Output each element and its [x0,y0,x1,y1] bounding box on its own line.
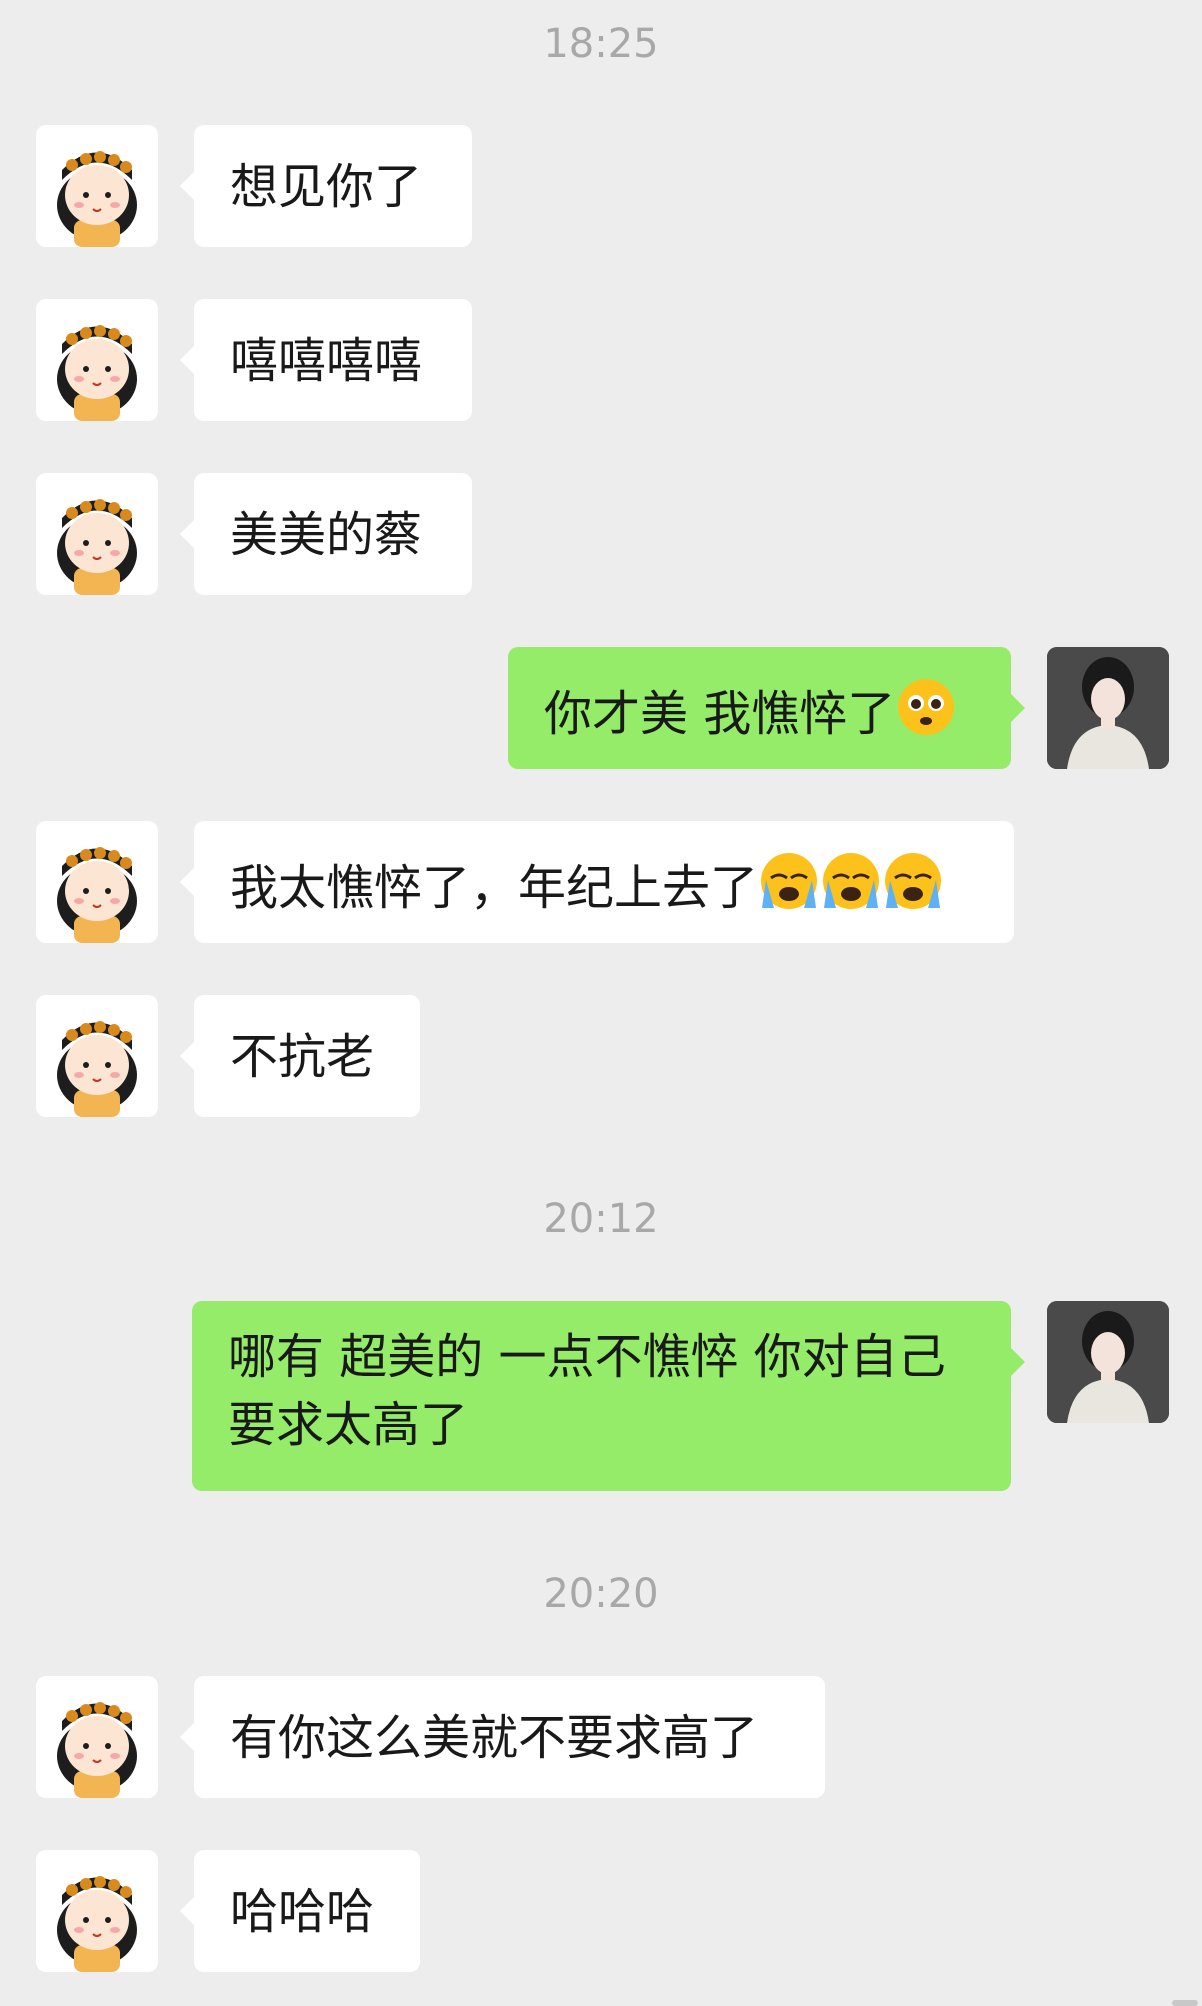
cartoon-girl-avatar-icon [57,499,137,595]
message-text: 哈哈哈 [230,1884,375,1940]
message-bubble[interactable]: 我太憔悴了，年纪上去了 [180,821,1014,943]
message-text: 你才美 我憔悴了 [544,686,896,742]
loudly-crying-face-icon [758,850,820,929]
user-avatar[interactable] [1047,1301,1169,1423]
timestamp: 18:25 [543,21,659,67]
loudly-crying-face-icon [882,850,944,929]
cartoon-girl-avatar-icon [57,847,137,943]
message-bubble[interactable]: 不抗老 [180,995,420,1117]
message-bubble[interactable]: 哈哈哈 [180,1850,420,1972]
timestamp: 20:12 [543,1196,659,1242]
scrollbar[interactable] [1172,2000,1198,2006]
contact-avatar[interactable] [36,125,158,247]
contact-avatar[interactable] [36,821,158,943]
loudly-crying-face-icon [820,850,882,929]
message-text: 嘻嘻嘻嘻 [230,333,423,389]
message-bubble[interactable]: 有你这么美就不要求高了 [180,1676,825,1798]
cartoon-girl-avatar-icon [57,1021,137,1117]
message-text: 不抗老 [230,1029,375,1085]
message-bubble[interactable]: 哪有 超美的 一点不憔悴 你对自己要求太高了 [192,1301,1025,1491]
contact-avatar[interactable] [36,995,158,1117]
cartoon-girl-avatar-icon [57,1876,137,1972]
contact-avatar[interactable] [36,473,158,595]
message-text: 美美的蔡 [230,507,423,563]
woman-portrait-avatar-icon [1047,1301,1169,1423]
message-bubble[interactable]: 你才美 我憔悴了 [508,647,1025,769]
message-bubble[interactable]: 嘻嘻嘻嘻 [180,299,472,421]
message-bubble[interactable]: 想见你了 [180,125,472,247]
timestamp: 20:20 [543,1571,659,1617]
message-text: 我太憔悴了，年纪上去了 [230,860,759,916]
cartoon-girl-avatar-icon [57,151,137,247]
contact-avatar[interactable] [36,299,158,421]
chat-area[interactable]: 18:25 想见你了 嘻嘻嘻嘻 美美的蔡 你才美 我憔悴了 我太憔悴了，年纪上去… [0,0,1202,2006]
cartoon-girl-avatar-icon [57,1702,137,1798]
cartoon-girl-avatar-icon [57,325,137,421]
pleading-face-icon [895,676,957,755]
message-text: 想见你了 [230,159,423,215]
message-text: 哪有 超美的 一点不憔悴 你对自己要求太高了 [228,1329,946,1453]
woman-portrait-avatar-icon [1047,647,1169,769]
contact-avatar[interactable] [36,1676,158,1798]
message-text: 有你这么美就不要求高了 [230,1710,759,1766]
contact-avatar[interactable] [36,1850,158,1972]
user-avatar[interactable] [1047,647,1169,769]
message-bubble[interactable]: 美美的蔡 [180,473,472,595]
